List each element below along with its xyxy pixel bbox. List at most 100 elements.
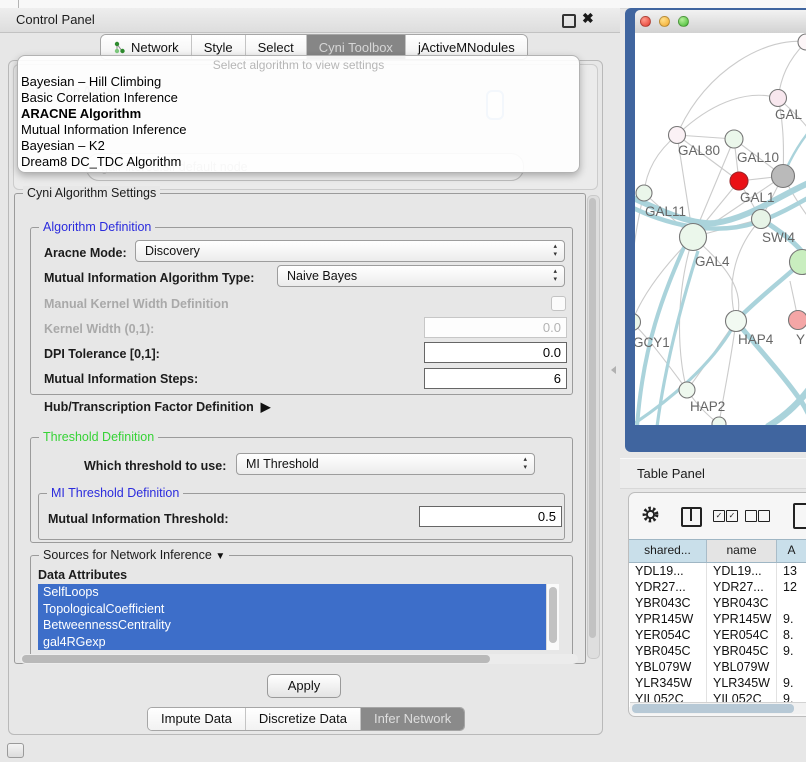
close-icon[interactable]: ✖ — [582, 10, 594, 27]
zoom-traffic-light[interactable] — [678, 16, 689, 27]
node-label-gal4: GAL4 — [695, 254, 730, 269]
column-header-a[interactable]: A — [777, 540, 806, 562]
spinner-arrows-icon: ▴▾ — [523, 456, 527, 472]
network-node-swi4[interactable] — [752, 210, 771, 229]
node-label-gcy1: GCY1 — [635, 335, 670, 350]
cyni-algorithm-settings-legend: Cyni Algorithm Settings — [23, 186, 160, 200]
attribute-item-gal4rgexp[interactable]: gal4RGexp — [38, 634, 546, 651]
network-node-gal1[interactable] — [730, 172, 748, 190]
data-attributes-list[interactable]: SelfLoopsTopologicalCoefficientBetweenne… — [38, 584, 546, 650]
close-traffic-light[interactable] — [640, 16, 651, 27]
scrollbar-thumb[interactable] — [549, 587, 557, 643]
sources-legend[interactable]: Sources for Network Inference ▼ — [39, 548, 229, 562]
dpi-tolerance-field[interactable]: 0.0 — [424, 342, 567, 363]
scrollbar-thumb[interactable] — [22, 655, 490, 663]
attribute-item-topologicalcoefficient[interactable]: TopologicalCoefficient — [38, 601, 546, 618]
show-columns-icon[interactable] — [681, 507, 702, 527]
select-all-checkbox-icon[interactable]: ✓ — [713, 510, 725, 522]
table-row[interactable]: YBR045CYBR045C9. — [629, 643, 806, 659]
mi-threshold-field[interactable]: 0.5 — [419, 506, 562, 527]
network-node-hap2[interactable] — [679, 382, 695, 398]
expand-right-icon[interactable]: ▶ — [261, 399, 271, 414]
algorithm-option-bayesian-k2[interactable]: Bayesian – K2 — [18, 138, 579, 154]
network-node[interactable] — [798, 34, 806, 50]
table-cell: YDR27... — [629, 579, 707, 595]
node-table: shared...nameA YDL19...YDL19...13YDR27..… — [629, 539, 806, 707]
algorithm-option-bayesian-hill-climbing[interactable]: Bayesian – Hill Climbing — [18, 74, 579, 90]
table-panel-card: ✓ ✓ shared...nameA YDL19...YDL19...13YDR… — [628, 492, 806, 717]
collapse-down-icon[interactable]: ▼ — [215, 551, 225, 562]
table-cell: 9. — [777, 643, 806, 659]
tab-infer-network[interactable]: Infer Network — [361, 708, 464, 730]
aracne-mode-combo[interactable]: Discovery ▴▾ — [135, 240, 565, 262]
tab-impute-data[interactable]: Impute Data — [148, 708, 246, 730]
column-header-shared[interactable]: shared... — [629, 540, 707, 562]
table-cell: YLR345W — [707, 675, 777, 691]
new-table-icon[interactable] — [793, 503, 806, 529]
network-window-titlebar[interactable] — [635, 10, 806, 34]
mi-steps-field[interactable]: 6 — [424, 368, 567, 389]
settings-horizontal-scrollbar[interactable] — [20, 654, 578, 664]
node-label-gal1: GAL1 — [740, 190, 775, 205]
kernel-width-field[interactable]: 0.0 — [424, 317, 567, 338]
network-node-gal80[interactable] — [669, 127, 686, 144]
select-all-checkbox-icon[interactable]: ✓ — [726, 510, 738, 522]
network-node[interactable] — [772, 165, 795, 188]
gear-icon[interactable] — [641, 505, 660, 524]
algorithm-option-basic-correlation-inference[interactable]: Basic Correlation Inference — [18, 90, 579, 106]
mi-type-value: Naive Bayes — [287, 269, 357, 283]
network-node-y[interactable] — [789, 311, 806, 330]
network-node-gcy1[interactable] — [635, 314, 641, 331]
table-row[interactable]: YPR145WYPR145W9. — [629, 611, 806, 627]
deselect-all-checkbox-icon[interactable] — [758, 510, 770, 522]
table-cell: YBL079W — [707, 659, 777, 675]
which-threshold-combo[interactable]: MI Threshold ▴▾ — [236, 453, 535, 475]
tab-label: Style — [204, 40, 233, 55]
network-canvas[interactable]: GALGAL80GAL10GAL1GAL11SWI4GAL4GCY1HAP4YH… — [635, 33, 806, 425]
table-horizontal-scrollbar[interactable] — [630, 702, 806, 714]
panel-resize-handle[interactable] — [611, 366, 616, 374]
table-cell — [777, 595, 806, 611]
table-cell: 8. — [777, 627, 806, 643]
algorithm-option-dream8-dc-tdc-algorithm[interactable]: Dream8 DC_TDC Algorithm — [18, 154, 579, 170]
table-cell: YBR043C — [629, 595, 707, 611]
data-attributes-label: Data Attributes — [38, 568, 127, 582]
minimize-traffic-light[interactable] — [659, 16, 670, 27]
table-panel-header: Table Panel — [620, 458, 806, 489]
which-threshold-label: Which threshold to use: — [84, 459, 226, 473]
algorithm-option-aracne-algorithm[interactable]: ARACNE Algorithm — [18, 106, 579, 122]
table-row[interactable]: YER054CYER054C8. — [629, 627, 806, 643]
network-node[interactable] — [712, 417, 726, 425]
attributes-vertical-scrollbar[interactable] — [546, 584, 559, 650]
apply-button[interactable]: Apply — [267, 674, 341, 698]
network-node-gal11[interactable] — [636, 185, 652, 201]
scrollbar-thumb[interactable] — [589, 198, 596, 638]
network-node-gal4[interactable] — [680, 224, 707, 251]
table-row[interactable]: YBL079WYBL079W — [629, 659, 806, 675]
float-window-icon[interactable] — [562, 14, 576, 28]
network-node-hap4[interactable] — [726, 311, 747, 332]
network-node-gal[interactable] — [770, 90, 787, 107]
table-row[interactable]: YLR345WYLR345W9. — [629, 675, 806, 691]
node-label-gal: GAL — [775, 107, 803, 122]
collapsed-panel-icon[interactable] — [7, 743, 24, 758]
column-header-name[interactable]: name — [707, 540, 777, 562]
tab-discretize-data[interactable]: Discretize Data — [246, 708, 361, 730]
mi-type-combo[interactable]: Naive Bayes ▴▾ — [277, 265, 565, 287]
table-cell: YDL19... — [629, 563, 707, 579]
manual-kernel-checkbox[interactable] — [551, 296, 566, 311]
hub-definition-label: Hub/Transcription Factor Definition — [44, 400, 254, 414]
algorithm-option-mutual-information-inference[interactable]: Mutual Information Inference — [18, 122, 579, 138]
table-row[interactable]: YDL19...YDL19...13 — [629, 563, 806, 579]
scrollbar-thumb[interactable] — [632, 704, 794, 713]
algorithm-dropdown-hint: Select algorithm to view settings — [18, 56, 579, 74]
table-row[interactable]: YDR27...YDR27...12 — [629, 579, 806, 595]
network-node-gal10[interactable] — [725, 130, 743, 148]
hub-definition-toggle[interactable]: Hub/Transcription Factor Definition ▶ — [44, 399, 270, 414]
deselect-all-checkbox-icon[interactable] — [745, 510, 757, 522]
settings-vertical-scrollbar[interactable] — [587, 195, 600, 659]
attribute-item-selfloops[interactable]: SelfLoops — [38, 584, 546, 601]
table-row[interactable]: YBR043CYBR043C — [629, 595, 806, 611]
cyni-bottom-tabbar: Impute DataDiscretize DataInfer Network — [147, 707, 465, 731]
attribute-item-betweennesscentrality[interactable]: BetweennessCentrality — [38, 617, 546, 634]
